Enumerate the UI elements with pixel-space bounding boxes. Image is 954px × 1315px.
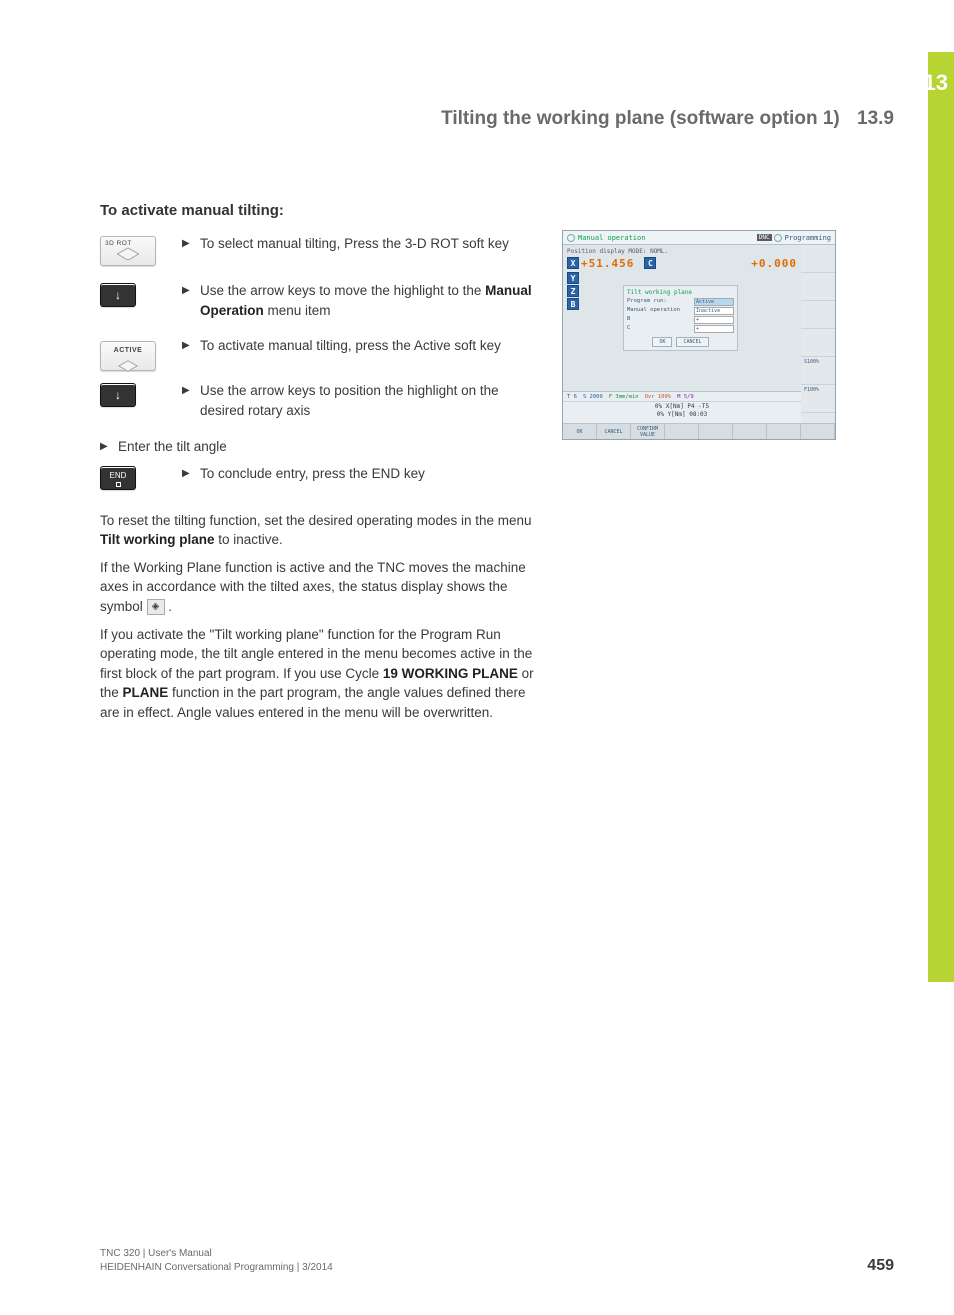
step-4: ▶ Use the arrow keys to position the hig… bbox=[100, 381, 545, 426]
axis-y-badge: Y bbox=[567, 272, 579, 284]
operating-mode: Manual operation bbox=[578, 234, 645, 242]
manual-operation-field[interactable]: Inactive bbox=[694, 307, 734, 315]
triangle-bullet-icon: ▶ bbox=[182, 281, 200, 320]
c-value: +0.000 bbox=[751, 257, 797, 270]
axis-c-badge: C bbox=[644, 257, 656, 269]
tilt-working-plane-dialog: Tilt working plane Program run: Active M… bbox=[623, 285, 738, 351]
dialog-cancel-button[interactable]: CANCEL bbox=[676, 337, 708, 347]
footer-line-1: TNC 320 | User's Manual bbox=[100, 1247, 333, 1261]
dialog-title: Tilt working plane bbox=[627, 289, 734, 296]
step-text: Enter the tilt angle bbox=[118, 437, 227, 457]
tnc-screen: Manual operation DNC Programming Positio… bbox=[562, 230, 836, 440]
softkey-label: ACTIVE bbox=[103, 346, 153, 356]
step-2: ▶ Use the arrow keys to move the highlig… bbox=[100, 281, 545, 326]
tilted-plane-symbol-icon: ◈ bbox=[147, 599, 165, 615]
step-text: To activate manual tilting, press the Ac… bbox=[200, 336, 545, 356]
secondary-mode: Programming bbox=[785, 234, 831, 242]
softkey-empty[interactable] bbox=[801, 424, 835, 439]
sidebar-pad[interactable] bbox=[801, 245, 835, 273]
softkey-empty[interactable] bbox=[733, 424, 767, 439]
softkey-empty[interactable] bbox=[699, 424, 733, 439]
step-text: To select manual tilting, Press the 3-D … bbox=[200, 234, 545, 254]
dialog-label: Program run: bbox=[627, 298, 667, 306]
plane-icon bbox=[117, 247, 140, 260]
softkey-empty[interactable] bbox=[665, 424, 699, 439]
softkey-cancel[interactable]: CANCEL bbox=[597, 424, 631, 439]
status-item: M 5/9 bbox=[677, 394, 694, 400]
enter-tilt-angle: ▶ Enter the tilt angle bbox=[100, 437, 545, 457]
triangle-bullet-icon: ▶ bbox=[100, 437, 118, 457]
dnc-badge: DNC bbox=[757, 234, 772, 241]
position-display-label: Position display MODE: NOML. bbox=[563, 245, 801, 257]
tnc-main: Position display MODE: NOML. X +51.456 C… bbox=[563, 245, 801, 423]
tnc-titlebar: Manual operation DNC Programming bbox=[563, 231, 835, 245]
page-number: 459 bbox=[867, 1257, 894, 1275]
paragraph-program-run: If you activate the "Tilt working plane"… bbox=[100, 625, 545, 723]
plane-icon bbox=[118, 360, 138, 371]
status-item: Ovr 100% bbox=[645, 394, 672, 400]
page-header: Tilting the working plane (software opti… bbox=[441, 108, 894, 130]
softkey-empty[interactable] bbox=[767, 424, 801, 439]
softkey-3d-rot[interactable]: 3D ROT bbox=[100, 236, 156, 266]
triangle-bullet-icon: ▶ bbox=[182, 234, 200, 254]
circle-icon bbox=[567, 234, 575, 242]
sidebar-override-f[interactable]: F100% bbox=[801, 385, 835, 413]
status-item: T 6 bbox=[567, 394, 577, 400]
key-label: END bbox=[110, 471, 127, 480]
sidebar-override-s[interactable]: S100% bbox=[801, 357, 835, 385]
hardkey-arrow-down[interactable] bbox=[100, 283, 136, 307]
axis-x-badge: X bbox=[567, 257, 579, 269]
softkey-active[interactable]: ACTIVE bbox=[100, 341, 156, 371]
softkey-confirm-value[interactable]: CONFIRM VALUE bbox=[631, 424, 665, 439]
status-line-1: 0% X[Nm] P4 -T5 bbox=[563, 402, 801, 410]
gear-icon bbox=[774, 234, 782, 242]
chapter-number: 13 bbox=[924, 70, 948, 96]
dialog-ok-button[interactable]: OK bbox=[652, 337, 672, 347]
axis-z-badge: Z bbox=[567, 285, 579, 297]
axis-b-value-field[interactable]: + bbox=[694, 316, 734, 324]
step-text: Use the arrow keys to move the highlight… bbox=[200, 281, 545, 320]
tnc-status-bar: T 6 S 2000 F 3mm/min Ovr 100% M 5/9 0% X… bbox=[563, 391, 801, 423]
step-end: END ▶ To conclude entry, press the END k… bbox=[100, 464, 545, 493]
tnc-softkey-row: OK CANCEL CONFIRM VALUE bbox=[563, 423, 835, 439]
x-value: +51.456 bbox=[581, 257, 634, 270]
coordinate-row: X +51.456 C +0.000 bbox=[563, 257, 801, 270]
status-item: S 2000 bbox=[583, 394, 603, 400]
step-text: Use the arrow keys to position the highl… bbox=[200, 381, 545, 420]
square-icon bbox=[116, 482, 121, 487]
tnc-sidebar: S100% F100% bbox=[801, 245, 835, 423]
paragraph-symbol: If the Working Plane function is active … bbox=[100, 558, 545, 617]
triangle-bullet-icon: ▶ bbox=[182, 381, 200, 420]
dialog-axis-b: B bbox=[627, 316, 630, 324]
header-section: 13.9 bbox=[857, 108, 894, 129]
hardkey-end[interactable]: END bbox=[100, 466, 136, 490]
footer-line-2: HEIDENHAIN Conversational Programming | … bbox=[100, 1261, 333, 1275]
sidebar-pad[interactable] bbox=[801, 301, 835, 329]
hardkey-arrow-down[interactable] bbox=[100, 383, 136, 407]
content-area: To activate manual tilting: 3D ROT ▶ To … bbox=[100, 200, 545, 722]
triangle-bullet-icon: ▶ bbox=[182, 336, 200, 356]
page-footer: TNC 320 | User's Manual HEIDENHAIN Conve… bbox=[100, 1247, 333, 1275]
status-line-2: 0% Y[Nm] 08:03 bbox=[563, 410, 801, 418]
dialog-axis-c: C bbox=[627, 325, 630, 333]
dialog-label: Manual operation bbox=[627, 307, 680, 315]
step-3: ACTIVE ▶ To activate manual tilting, pre… bbox=[100, 336, 545, 371]
header-title: Tilting the working plane (software opti… bbox=[441, 108, 840, 129]
step-1: 3D ROT ▶ To select manual tilting, Press… bbox=[100, 234, 545, 272]
step-text: To conclude entry, press the END key bbox=[200, 464, 545, 484]
triangle-bullet-icon: ▶ bbox=[182, 464, 200, 484]
sidebar-pad[interactable] bbox=[801, 329, 835, 357]
paragraph-reset: To reset the tilting function, set the d… bbox=[100, 511, 545, 550]
axis-b-badge: B bbox=[567, 298, 579, 310]
sidebar-pad[interactable] bbox=[801, 273, 835, 301]
chapter-tab bbox=[928, 52, 954, 982]
status-item: F 3mm/min bbox=[609, 394, 639, 400]
program-run-field[interactable]: Active bbox=[694, 298, 734, 306]
section-heading: To activate manual tilting: bbox=[100, 200, 545, 222]
axis-c-value-field[interactable]: + bbox=[694, 325, 734, 333]
softkey-ok[interactable]: OK bbox=[563, 424, 597, 439]
